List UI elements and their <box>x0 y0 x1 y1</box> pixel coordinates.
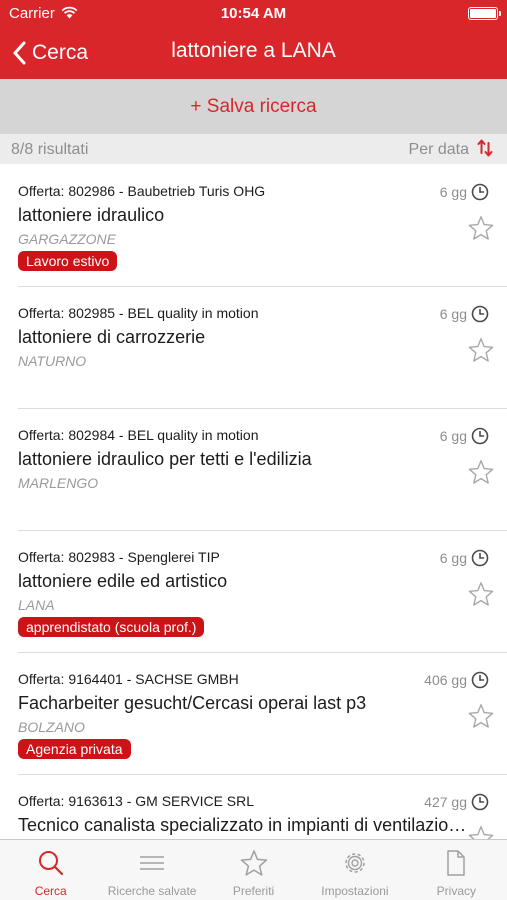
list-icon <box>101 849 202 877</box>
job-city: NATURNO <box>18 353 87 369</box>
header: Carrier 10:54 AM Cerca lattoniere a LANA <box>0 0 507 79</box>
list-item[interactable]: Offerta: 9163613 - GM SERVICE SRL 427 gg… <box>0 774 507 839</box>
age-label: 406 gg <box>424 671 489 689</box>
clock-icon <box>471 549 489 567</box>
clock-icon <box>471 305 489 323</box>
job-title: lattoniere idraulico per tetti e l'edili… <box>18 449 312 469</box>
favorite-star-icon[interactable] <box>468 825 494 839</box>
tab-label: Ricerche salvate <box>107 884 197 898</box>
sort-label: Per data <box>408 140 469 158</box>
age-label: 427 gg <box>424 793 489 811</box>
offer-label: Offerta: 802983 - Spenglerei TIP <box>18 549 220 565</box>
list-item[interactable]: Offerta: 802984 - BEL quality in motion … <box>0 408 507 530</box>
tab-preferiti[interactable]: Preferiti <box>203 840 304 900</box>
gear-icon <box>304 849 405 877</box>
tab-impostazioni[interactable]: Impostazioni <box>304 840 405 900</box>
star-icon <box>203 849 304 877</box>
tab-cerca[interactable]: Cerca <box>0 840 101 900</box>
status-bar: Carrier 10:54 AM <box>0 0 507 28</box>
job-city: GARGAZZONE <box>18 231 117 247</box>
age-label: 6 gg <box>440 427 489 445</box>
offer-label: Offerta: 802984 - BEL quality in motion <box>18 427 259 443</box>
offer-label: Offerta: 9163613 - GM SERVICE SRL <box>18 793 255 809</box>
age-value: 6 gg <box>439 550 467 566</box>
age-value: 427 gg <box>424 794 467 810</box>
age-value: 6 gg <box>439 184 467 200</box>
job-city: BOLZANO <box>18 719 85 735</box>
age-label: 6 gg <box>440 305 489 323</box>
save-search-button[interactable]: + Salva ricerca <box>0 79 507 134</box>
search-icon <box>0 849 101 877</box>
tab-ricerche-salvate[interactable]: Ricerche salvate <box>101 840 202 900</box>
battery-icon <box>468 7 501 20</box>
favorite-star-icon[interactable] <box>468 459 494 485</box>
favorite-star-icon[interactable] <box>468 703 494 729</box>
offer-label: Offerta: 9164401 - SACHSE GMBH <box>18 671 239 687</box>
battery-fill <box>470 9 496 18</box>
favorite-star-icon[interactable] <box>468 337 494 363</box>
sort-button[interactable]: Per data <box>409 137 493 159</box>
job-badge: Lavoro estivo <box>18 251 118 271</box>
job-city: LANA <box>18 597 55 613</box>
results-count: 8/8 risultati <box>11 141 89 158</box>
favorite-star-icon[interactable] <box>468 581 494 607</box>
job-title: lattoniere edile ed artistico <box>18 571 228 591</box>
offer-label: Offerta: 802986 - Baubetrieb Turis OHG <box>18 183 266 199</box>
page-title: lattoniere a LANA <box>171 39 336 62</box>
job-badge: Agenzia privata <box>18 739 131 759</box>
list-item[interactable]: Offerta: 802986 - Baubetrieb Turis OHG 6… <box>0 164 507 286</box>
age-value: 6 gg <box>439 306 467 322</box>
results-bar: 8/8 risultati Per data <box>0 134 507 164</box>
navigation-bar: Cerca lattoniere a LANA <box>0 28 507 79</box>
sort-arrows-icon <box>477 139 493 157</box>
job-title: lattoniere di carrozzerie <box>18 327 206 347</box>
tab-label: Preferiti <box>232 884 275 898</box>
screen: Carrier 10:54 AM Cerca lattoniere a LANA… <box>0 0 507 900</box>
age-value: 406 gg <box>424 672 467 688</box>
job-title: Tecnico canalista specializzato in impia… <box>18 815 468 835</box>
age-value: 6 gg <box>439 428 467 444</box>
job-city: MARLENGO <box>18 475 99 491</box>
job-badge: apprendistato (scuola prof.) <box>18 617 205 637</box>
job-title: Facharbeiter gesucht/Cercasi operai last… <box>18 693 367 713</box>
clock-icon <box>471 183 489 201</box>
tab-label: Privacy <box>436 884 476 898</box>
tab-bar: Cerca Ricerche salvate Preferiti Imposta… <box>0 839 507 900</box>
favorite-star-icon[interactable] <box>468 215 494 241</box>
job-title: lattoniere idraulico <box>18 205 165 225</box>
clock-icon <box>471 793 489 811</box>
list-item[interactable]: Offerta: 802983 - Spenglerei TIP 6 gg la… <box>0 530 507 652</box>
offer-label: Offerta: 802985 - BEL quality in motion <box>18 305 259 321</box>
tab-privacy[interactable]: Privacy <box>406 840 507 900</box>
clock-icon <box>471 427 489 445</box>
clock-icon <box>471 671 489 689</box>
job-list: Offerta: 802986 - Baubetrieb Turis OHG 6… <box>0 164 507 839</box>
tab-label: Cerca <box>34 884 67 898</box>
list-item[interactable]: Offerta: 802985 - BEL quality in motion … <box>0 286 507 408</box>
status-time: 10:54 AM <box>220 5 287 22</box>
age-label: 6 gg <box>440 183 489 201</box>
tab-label: Impostazioni <box>321 884 389 898</box>
document-icon <box>406 849 507 877</box>
age-label: 6 gg <box>440 549 489 567</box>
list-item[interactable]: Offerta: 9164401 - SACHSE GMBH 406 gg Fa… <box>0 652 507 774</box>
